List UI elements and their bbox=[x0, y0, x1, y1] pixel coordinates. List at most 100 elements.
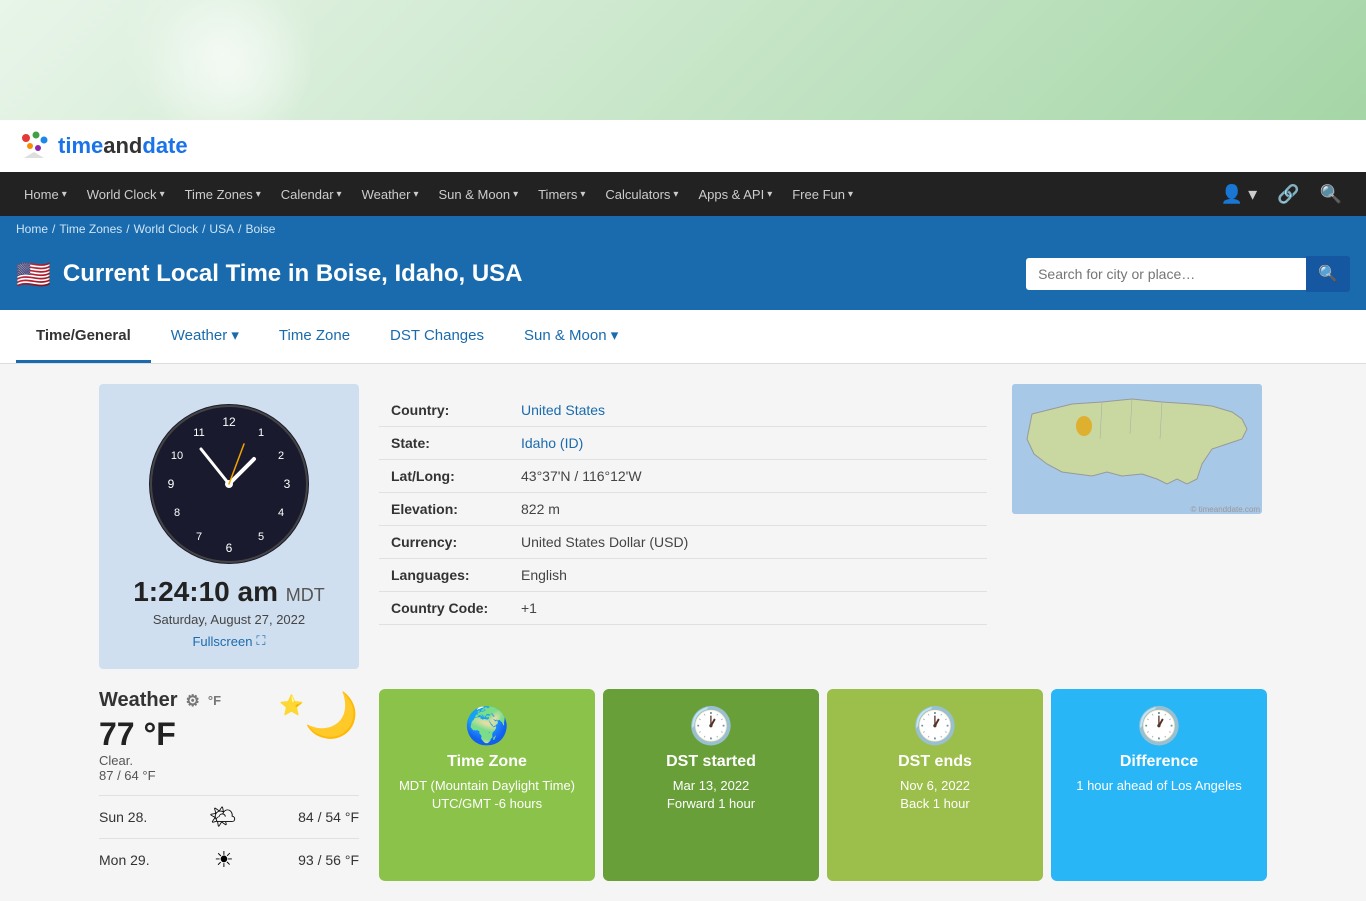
svg-text:© timeanddate.com: © timeanddate.com bbox=[1191, 505, 1261, 514]
svg-text:4: 4 bbox=[278, 507, 284, 519]
weather-icon: ⭐ 🌙 bbox=[279, 689, 359, 741]
forecast-day: Sun 28. bbox=[99, 809, 147, 825]
tab-dstchanges[interactable]: DST Changes bbox=[370, 310, 504, 363]
weather-title: Weather ⚙ °F bbox=[99, 689, 221, 712]
dst-end-icon: 🕐 bbox=[913, 705, 958, 747]
breadcrumb-worldclock[interactable]: World Clock bbox=[134, 222, 198, 236]
search-button[interactable]: 🔍 bbox=[1306, 256, 1350, 292]
chevron-down-icon: ▾ bbox=[160, 189, 165, 200]
svg-text:11: 11 bbox=[193, 427, 204, 439]
weather-section: Weather ⚙ °F 77 °F Clear. 87 / 64 °F ⭐ 🌙… bbox=[99, 689, 359, 881]
card-value: 1 hour ahead of Los Angeles bbox=[1076, 777, 1242, 795]
breadcrumb-timezones[interactable]: Time Zones bbox=[59, 222, 122, 236]
info-label: Elevation: bbox=[379, 493, 509, 526]
svg-text:7: 7 bbox=[196, 531, 202, 543]
svg-text:5: 5 bbox=[258, 531, 264, 543]
cards-row: 🌍 Time Zone MDT (Mountain Daylight Time)… bbox=[379, 689, 1267, 881]
nav-sunmoon[interactable]: Sun & Moon ▾ bbox=[431, 183, 527, 206]
nav-calendar[interactable]: Calendar ▾ bbox=[273, 183, 350, 206]
info-value: Idaho (ID) bbox=[509, 427, 987, 460]
svg-text:2: 2 bbox=[278, 450, 284, 462]
table-row: Currency: United States Dollar (USD) bbox=[379, 526, 987, 559]
info-label: State: bbox=[379, 427, 509, 460]
info-label: Country: bbox=[379, 394, 509, 427]
weather-info: Weather ⚙ °F 77 °F Clear. 87 / 64 °F bbox=[99, 689, 221, 783]
table-row: State: Idaho (ID) bbox=[379, 427, 987, 460]
tab-timegeneral[interactable]: Time/General bbox=[16, 310, 151, 363]
info-value: +1 bbox=[509, 592, 987, 625]
info-value: 43°37'N / 116°12'W bbox=[509, 460, 987, 493]
star-icon: ⭐ bbox=[279, 693, 304, 718]
chevron-down-icon: ▾ bbox=[673, 189, 678, 200]
table-row: Languages: English bbox=[379, 559, 987, 592]
weather-desc: Clear. bbox=[99, 753, 221, 768]
card-dst-started[interactable]: 🕐 DST started Mar 13, 2022Forward 1 hour bbox=[603, 689, 819, 881]
decorative-header bbox=[0, 0, 1366, 120]
account-icon[interactable]: 👤 ▾ bbox=[1213, 180, 1265, 209]
forecast-icon: ☀ bbox=[214, 847, 234, 873]
nav-apps[interactable]: Apps & API ▾ bbox=[690, 183, 780, 206]
tab-timezone[interactable]: Time Zone bbox=[259, 310, 370, 363]
gear-icon[interactable]: ⚙ bbox=[186, 691, 200, 711]
forecast-range: 84 / 54 °F bbox=[298, 809, 359, 825]
timezone-icon: 🌍 bbox=[465, 705, 510, 747]
card-value: Nov 6, 2022Back 1 hour bbox=[900, 777, 970, 813]
weather-forecast: Sun 28. 🌤 84 / 54 °F Mon 29. ☀ 93 / 56 °… bbox=[99, 795, 359, 881]
nav-calculators[interactable]: Calculators ▾ bbox=[597, 183, 686, 206]
breadcrumb-usa[interactable]: USA bbox=[209, 222, 234, 236]
nav-weather[interactable]: Weather ▾ bbox=[354, 183, 427, 206]
weather-range: 87 / 64 °F bbox=[99, 768, 221, 783]
forecast-row-sun: Sun 28. 🌤 84 / 54 °F bbox=[99, 795, 359, 838]
search-bar: 🔍 bbox=[1026, 256, 1350, 292]
breadcrumb-boise[interactable]: Boise bbox=[245, 222, 275, 236]
nav-worldclock[interactable]: World Clock ▾ bbox=[79, 183, 173, 206]
card-dst-ends[interactable]: 🕐 DST ends Nov 6, 2022Back 1 hour bbox=[827, 689, 1043, 881]
card-title: Difference bbox=[1120, 753, 1198, 771]
info-value: 822 m bbox=[509, 493, 987, 526]
svg-text:12: 12 bbox=[222, 415, 236, 429]
usa-map: © timeanddate.com bbox=[1012, 384, 1262, 514]
usa-map-svg: © timeanddate.com bbox=[1012, 384, 1262, 514]
weather-top: Weather ⚙ °F 77 °F Clear. 87 / 64 °F ⭐ 🌙 bbox=[99, 689, 359, 783]
difference-icon: 🕐 bbox=[1137, 705, 1182, 747]
nav-home[interactable]: Home ▾ bbox=[16, 183, 75, 206]
info-label: Languages: bbox=[379, 559, 509, 592]
fullscreen-link[interactable]: Fullscreen ⛶ bbox=[192, 633, 265, 649]
clock-section: 12 3 6 9 1 2 4 5 7 8 10 11 bbox=[99, 384, 359, 669]
tabs-bar: Time/General Weather ▾ Time Zone DST Cha… bbox=[0, 310, 1366, 364]
svg-text:3: 3 bbox=[284, 477, 291, 491]
state-link[interactable]: Idaho (ID) bbox=[521, 435, 583, 451]
table-row: Country Code: +1 bbox=[379, 592, 987, 625]
clock-date: Saturday, August 27, 2022 bbox=[153, 612, 305, 627]
share-icon[interactable]: 🔗 bbox=[1269, 180, 1307, 209]
nav-timers[interactable]: Timers ▾ bbox=[530, 183, 593, 206]
svg-text:8: 8 bbox=[174, 507, 180, 519]
weather-temp: 77 °F bbox=[99, 716, 221, 753]
country-link[interactable]: United States bbox=[521, 402, 605, 418]
search-icon[interactable]: 🔍 bbox=[1312, 180, 1350, 209]
country-flag: 🇺🇸 bbox=[16, 258, 51, 291]
forecast-range: 93 / 56 °F bbox=[298, 852, 359, 868]
tab-sunmoon[interactable]: Sun & Moon ▾ bbox=[504, 310, 638, 363]
card-title: DST started bbox=[666, 753, 756, 771]
table-row: Lat/Long: 43°37'N / 116°12'W bbox=[379, 460, 987, 493]
tab-weather[interactable]: Weather ▾ bbox=[151, 310, 259, 363]
svg-text:6: 6 bbox=[226, 541, 233, 555]
card-timezone[interactable]: 🌍 Time Zone MDT (Mountain Daylight Time)… bbox=[379, 689, 595, 881]
breadcrumb-home[interactable]: Home bbox=[16, 222, 48, 236]
card-difference[interactable]: 🕐 Difference 1 hour ahead of Los Angeles bbox=[1051, 689, 1267, 881]
svg-text:1: 1 bbox=[258, 427, 264, 439]
nav-timezones[interactable]: Time Zones ▾ bbox=[177, 183, 269, 206]
card-value: MDT (Mountain Daylight Time)UTC/GMT -6 h… bbox=[399, 777, 575, 813]
dst-start-icon: 🕐 bbox=[689, 705, 734, 747]
nav-freefun[interactable]: Free Fun ▾ bbox=[784, 183, 861, 206]
info-value: United States Dollar (USD) bbox=[509, 526, 987, 559]
clock-svg: 12 3 6 9 1 2 4 5 7 8 10 11 bbox=[149, 404, 309, 564]
chevron-down-icon: ▾ bbox=[62, 189, 67, 200]
site-logo[interactable]: timeanddate bbox=[16, 130, 188, 162]
card-title: DST ends bbox=[898, 753, 972, 771]
chevron-down-icon: ▾ bbox=[767, 189, 772, 200]
info-label: Currency: bbox=[379, 526, 509, 559]
search-input[interactable] bbox=[1026, 258, 1306, 290]
chevron-down-icon: ▾ bbox=[256, 189, 261, 200]
